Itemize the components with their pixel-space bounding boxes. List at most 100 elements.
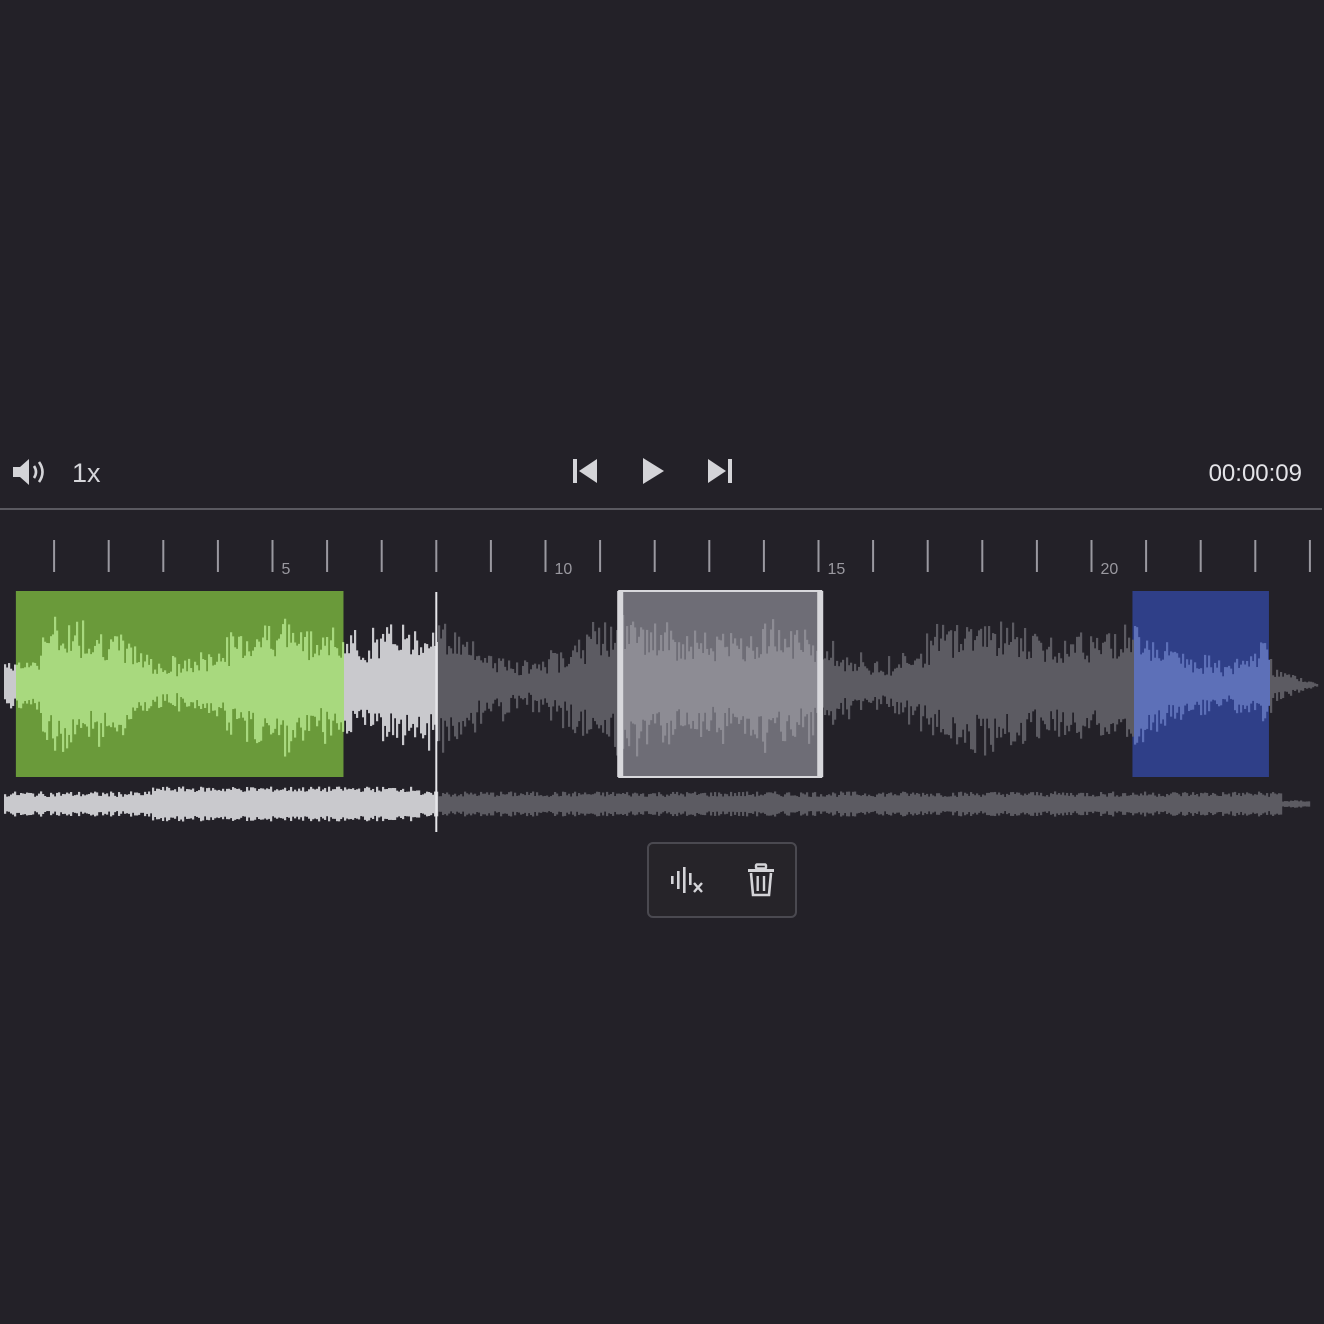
waveform-bar xyxy=(1100,654,1103,736)
speaker-volume-icon[interactable] xyxy=(10,454,50,490)
waveform-bar xyxy=(254,647,257,740)
waveform-bar xyxy=(1264,643,1267,719)
overview-bar xyxy=(814,792,817,816)
overview-bar xyxy=(834,793,837,815)
waveform-bar xyxy=(1048,646,1051,731)
waveform-bar xyxy=(162,671,165,695)
overview-bar xyxy=(1182,792,1185,816)
waveform-x-icon[interactable] xyxy=(657,844,717,916)
overview-bar xyxy=(952,792,955,816)
overview-bar xyxy=(416,790,419,818)
overview-bar xyxy=(984,795,987,813)
waveform-bar xyxy=(574,645,577,734)
waveform-bar xyxy=(78,645,81,720)
overview-bar xyxy=(870,795,873,813)
waveform-bar xyxy=(738,649,741,724)
waveform-bar xyxy=(354,630,357,714)
overview-bar xyxy=(202,787,205,821)
waveform-bar xyxy=(536,668,539,701)
waveform-bar xyxy=(1058,652,1061,737)
overview-bar xyxy=(512,796,515,812)
overview-bar xyxy=(882,792,885,816)
region-handle-left[interactable] xyxy=(617,591,624,777)
waveform-bar xyxy=(102,657,105,737)
overview-bar xyxy=(706,795,709,813)
overview-bar xyxy=(1170,793,1173,815)
overview-bar xyxy=(960,791,963,817)
waveform-bar xyxy=(192,672,195,703)
waveform-bar xyxy=(312,657,315,716)
waveform-bar xyxy=(428,648,431,751)
overview-bar xyxy=(312,788,315,820)
overview-bar xyxy=(832,792,835,816)
waveform-bar xyxy=(304,636,307,731)
waveform-bar xyxy=(800,649,803,709)
waveform-bar xyxy=(1178,657,1181,707)
overview-bar xyxy=(236,789,239,819)
waveform-bar xyxy=(608,656,611,737)
overview-bar xyxy=(850,795,853,813)
waveform-bar xyxy=(584,663,587,710)
waveform-bar xyxy=(570,656,573,705)
waveform-bar xyxy=(786,647,789,722)
waveform-bar xyxy=(668,650,671,745)
waveform-bar xyxy=(1140,654,1143,729)
overview-bar xyxy=(498,795,501,813)
overview-bar xyxy=(338,786,341,822)
waveform-bar xyxy=(348,653,351,731)
overview-bar xyxy=(1196,794,1199,814)
waveform-bar xyxy=(838,666,841,709)
overview-bar xyxy=(1124,793,1127,815)
playback-speed[interactable]: 1x xyxy=(72,458,101,489)
waveform-bar xyxy=(1162,659,1165,720)
waveform-bar xyxy=(676,660,679,712)
overview-bar xyxy=(980,796,983,812)
waveform-bar xyxy=(460,654,463,735)
overview-bar xyxy=(276,789,279,819)
waveform-bar xyxy=(670,630,673,721)
play-icon[interactable] xyxy=(636,454,670,488)
overview-bar xyxy=(390,788,393,820)
waveform-bar xyxy=(1154,657,1157,715)
waveform-bar xyxy=(558,672,561,706)
region-handle-right[interactable] xyxy=(817,591,824,777)
overview-bar xyxy=(150,794,153,814)
waveform-timeline[interactable]: 5 10 15 20 xyxy=(0,510,1324,840)
waveform-bar xyxy=(978,630,981,719)
overview-bar xyxy=(62,793,65,815)
overview-bar xyxy=(288,790,291,818)
waveform-bar xyxy=(1030,657,1033,723)
overview-bar xyxy=(1292,800,1295,808)
waveform-bar xyxy=(964,638,967,743)
overview-bar xyxy=(552,794,555,814)
overview-bar xyxy=(1062,792,1065,816)
overview-bar xyxy=(366,786,369,822)
waveform-bar xyxy=(38,669,41,702)
overview-bar xyxy=(186,789,189,819)
overview-bar xyxy=(446,792,449,816)
skip-previous-icon[interactable] xyxy=(568,454,602,488)
trash-icon[interactable] xyxy=(731,844,791,916)
overview-bar xyxy=(794,795,797,813)
waveform-bar xyxy=(936,623,939,727)
overview-bar xyxy=(282,789,285,819)
waveform-bar xyxy=(1076,636,1079,733)
skip-next-icon[interactable] xyxy=(703,454,737,488)
overview-bar xyxy=(66,792,69,816)
overview-bar xyxy=(6,796,9,812)
waveform-bar xyxy=(230,632,233,735)
waveform-bar xyxy=(1202,673,1205,700)
waveform-bar xyxy=(110,639,113,728)
waveform-bar xyxy=(1164,651,1167,726)
overview-bar xyxy=(1006,793,1009,815)
overview-bar xyxy=(578,793,581,815)
overview-bar xyxy=(790,795,793,813)
overview-bar xyxy=(128,794,131,814)
overview-bar xyxy=(816,796,819,812)
waveform-canvas[interactable]: 5 10 15 20 xyxy=(0,510,1324,840)
overview-bar xyxy=(1026,794,1029,814)
overview-bar xyxy=(350,789,353,819)
waveform-bar xyxy=(706,648,709,730)
waveform-bar xyxy=(1108,633,1111,735)
overview-bar xyxy=(174,789,177,819)
